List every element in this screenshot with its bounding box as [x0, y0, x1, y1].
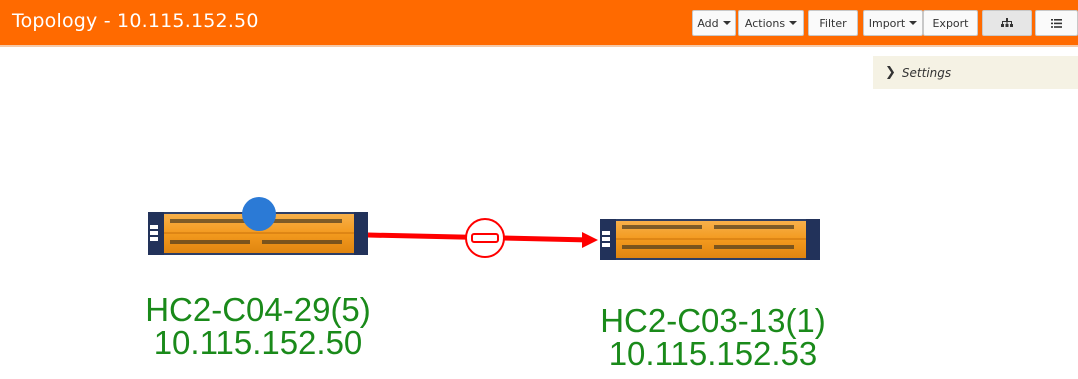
device-icon[interactable]: [600, 219, 820, 260]
node-label: HC2-C03-13(1) 10.115.152.53: [568, 304, 858, 370]
status-dot-icon: [242, 197, 276, 231]
node-ip: 10.115.152.50: [153, 324, 363, 361]
node-name: HC2-C03-13(1): [600, 302, 826, 339]
node-label: HC2-C04-29(5) 10.115.152.50: [118, 293, 398, 359]
node-name: HC2-C04-29(5): [145, 291, 371, 328]
filter-map-icon[interactable]: [465, 218, 505, 258]
node-ip: 10.115.152.53: [608, 335, 818, 372]
